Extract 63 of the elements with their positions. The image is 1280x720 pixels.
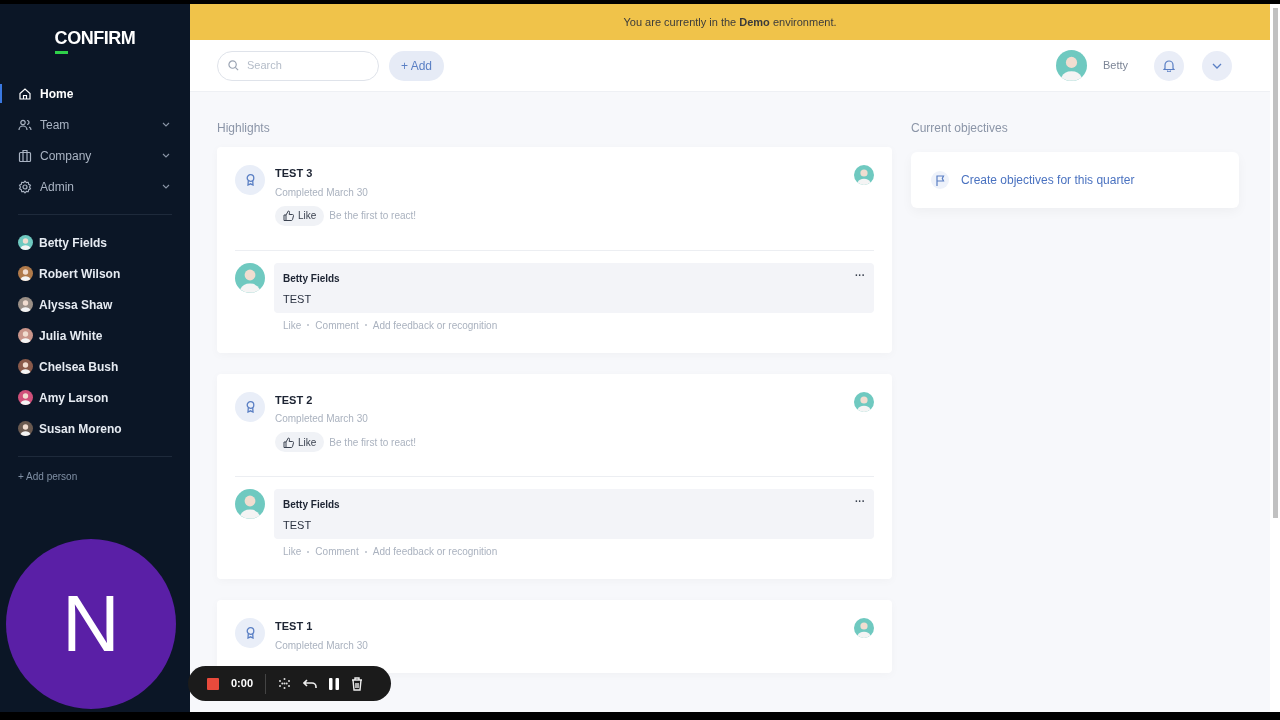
nav-item[interactable]: Home (0, 78, 190, 109)
nav-item[interactable]: Admin (0, 171, 190, 202)
scrollbar-thumb[interactable] (1272, 8, 1278, 518)
recording-time: 0:00 (231, 676, 254, 692)
person-name[interactable]: Susan Moreno (39, 419, 122, 438)
avatar (235, 489, 265, 519)
highlight-date: Completed March 30 (275, 412, 368, 426)
briefcase-icon (18, 148, 32, 163)
undo-icon[interactable] (303, 677, 318, 690)
like-button[interactable]: Like (275, 205, 325, 226)
highlight-date: Completed March 30 (275, 638, 368, 653)
highlight-title[interactable]: TEST 2 (275, 391, 313, 408)
user-name[interactable]: Betty (1102, 57, 1128, 74)
search-input[interactable]: Search (247, 57, 357, 74)
comment-text: TEST (283, 518, 312, 533)
like-button[interactable]: Like (275, 432, 325, 452)
nav-item[interactable]: Company (0, 140, 190, 171)
stop-icon[interactable] (207, 677, 219, 690)
avatar (854, 165, 874, 185)
notifications-button[interactable] (1154, 50, 1184, 81)
grid-icon[interactable] (278, 677, 292, 690)
comment-text: TEST (283, 291, 312, 307)
person-name[interactable]: Alyssa Shaw (39, 295, 113, 314)
comment-author[interactable]: Betty Fields (283, 270, 340, 286)
reaction-hint: Be the first to react! (329, 435, 417, 450)
award-icon (245, 400, 255, 413)
person-name[interactable]: Betty Fields (39, 233, 107, 252)
award-icon (245, 627, 255, 639)
flag-icon (935, 174, 945, 186)
banner-text: You are currently in the Demo environment. (623, 14, 837, 30)
award-icon (245, 174, 255, 186)
person-name[interactable]: Chelsea Bush (39, 357, 119, 376)
nav-item[interactable]: Team (0, 109, 190, 140)
trash-icon[interactable] (351, 676, 364, 691)
highlight-title[interactable]: TEST 3 (275, 165, 313, 182)
search-icon (228, 60, 239, 71)
bell-icon (1163, 59, 1175, 72)
person-name[interactable]: Amy Larson (39, 388, 109, 407)
add-person-link[interactable]: + Add person (18, 469, 78, 484)
person-name[interactable]: Robert Wilson (39, 264, 121, 283)
presenter-initial: N (62, 584, 120, 664)
highlight-date: Completed March 30 (275, 185, 368, 200)
people-icon (18, 117, 32, 132)
create-objectives-link[interactable]: Create objectives for this quarter (961, 171, 1135, 189)
person-name[interactable]: Julia White (39, 326, 103, 345)
section-title: Current objectives (911, 120, 1008, 137)
chevron-down-icon (1212, 62, 1222, 69)
avatar (1055, 50, 1087, 81)
thumbs-up-icon (283, 210, 294, 221)
avatar (854, 391, 874, 412)
avatar (854, 618, 874, 638)
pause-icon[interactable] (329, 677, 340, 690)
section-title: Highlights (217, 120, 270, 137)
comment-author[interactable]: Betty Fields (283, 497, 340, 512)
highlight-title[interactable]: TEST 1 (275, 618, 313, 635)
reaction-hint: Be the first to react! (329, 209, 417, 223)
logo[interactable]: CONFIRM (54, 24, 136, 52)
avatar (235, 262, 265, 293)
settings-icon (18, 179, 32, 194)
home-icon (18, 86, 32, 101)
more-options-button[interactable]: ··· (855, 497, 865, 507)
thumbs-up-icon (283, 436, 294, 448)
more-options-button[interactable]: ··· (855, 270, 865, 281)
